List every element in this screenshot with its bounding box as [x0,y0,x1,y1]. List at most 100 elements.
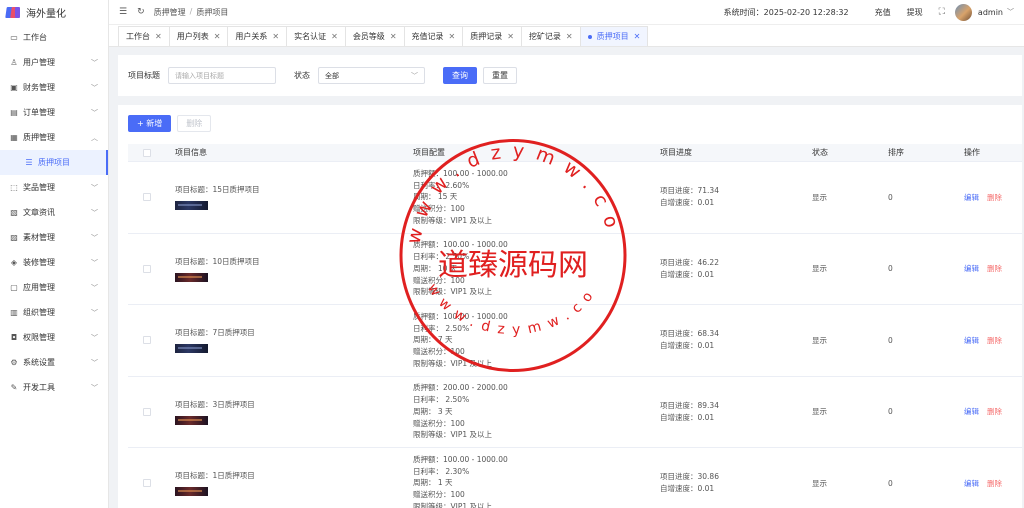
sidebar-item[interactable]: ◈ 装修管理 ﹀ [0,250,108,275]
tab[interactable]: 质押项目 ✕ [579,26,649,46]
sidebar-item-label: 开发工具 [23,383,55,392]
tab-label: 用户列表 [176,32,209,41]
edit-link[interactable]: 编辑 [964,406,979,417]
row-checkbox[interactable] [142,193,151,202]
project-title: 项目标题：15日质押项目 [175,185,260,195]
tab[interactable]: 用户列表 ✕ [168,26,229,46]
config-rate: 日利率： 2.60% [413,180,470,190]
sidebar-item[interactable]: ▥ 组织管理 ﹀ [0,300,108,325]
list-icon: ☰ [25,158,33,167]
project-thumbnail [175,344,208,354]
tab-label: 质押项目 [596,32,629,41]
avatar[interactable] [954,3,972,21]
add-button[interactable]: + 新增 [128,115,172,132]
config-level: 限制等级：VIP1 及以上 [413,358,493,368]
chevron-down-icon[interactable]: ﹀ [1007,7,1014,17]
sidebar-item-label: 应用管理 [23,283,55,292]
tab[interactable]: 挖矿记录 ✕ [520,26,581,46]
sidebar-item[interactable]: ⚙ 系统设置 ﹀ [0,350,108,375]
tab[interactable]: 质押记录 ✕ [462,26,522,46]
config-amount: 质押额：100.00 - 1000.00 [413,454,508,464]
close-icon[interactable]: ✕ [507,32,514,41]
delete-link[interactable]: 删除 [987,335,1002,346]
config-bonus: 赠送积分：100 [413,275,465,285]
project-title: 项目标题：10日质押项目 [175,256,260,266]
query-button[interactable]: 查询 [443,67,477,84]
sidebar-item[interactable]: ▤ 订单管理 ﹀ [0,100,108,125]
close-icon[interactable]: ✕ [331,32,338,41]
close-icon[interactable]: ✕ [566,32,573,41]
close-icon[interactable]: ✕ [155,32,162,41]
sidebar-item[interactable]: ▭ 工作台 [0,25,108,50]
config-rate: 日利率： 2.50% [413,252,470,262]
close-icon[interactable]: ✕ [214,32,221,41]
title-filter-label: 项目标题 [128,71,160,80]
sidebar-item[interactable]: ☰ 质押项目 [0,150,108,175]
collapse-menu-icon[interactable]: ☰ [119,7,127,17]
edit-link[interactable]: 编辑 [964,335,979,346]
tab[interactable]: 充值记录 ✕ [403,26,464,46]
select-all-checkbox[interactable] [142,148,151,157]
row-checkbox[interactable] [142,264,151,273]
decor-icon: ◈ [10,258,18,267]
tab[interactable]: 用户关系 ✕ [227,26,288,46]
close-icon[interactable]: ✕ [634,32,641,41]
close-icon[interactable]: ✕ [449,32,456,41]
withdraw-link[interactable]: 提现 [907,7,923,18]
delete-link[interactable]: 删除 [987,478,1002,489]
close-icon[interactable]: ✕ [272,32,279,41]
chevron-icon: ﹀ [91,183,98,192]
edit-link[interactable]: 编辑 [964,478,979,489]
config-bonus: 赠送积分：100 [413,418,465,428]
sidebar-item[interactable]: ✎ 开发工具 ﹀ [0,375,108,400]
sidebar-item[interactable]: ▢ 应用管理 ﹀ [0,275,108,300]
chevron-icon: ︿ [91,133,98,142]
delete-link[interactable]: 删除 [987,263,1002,274]
row-checkbox[interactable] [142,407,151,416]
topbar: ☰ ↻ 质押管理 / 质押项目 系统时间：2025-02-20 12:28:32… [109,0,1024,25]
sort-value: 0 [888,478,893,488]
project-thumbnail [175,487,208,497]
close-icon[interactable]: ✕ [390,32,397,41]
sidebar-item[interactable]: ▣ 财务管理 ﹀ [0,75,108,100]
sidebar-item-label: 订单管理 [23,108,55,117]
tab-label: 会员等级 [352,32,385,41]
breadcrumb-item[interactable]: 质押管理 [154,7,186,18]
tab[interactable]: 实名认证 ✕ [286,26,346,46]
config-bonus: 赠送积分：100 [413,490,465,500]
sidebar-item[interactable]: ▧ 文章资讯 ﹀ [0,200,108,225]
username[interactable]: admin [978,8,1003,17]
row-checkbox[interactable] [142,479,151,488]
status-select[interactable]: 全部 ﹀ [318,67,425,84]
tab[interactable]: 会员等级 ✕ [344,26,405,46]
header-ops: 操作 [964,148,980,157]
sidebar-item[interactable]: ♙ 用户管理 ﹀ [0,50,108,75]
brand[interactable]: 海外量化 [0,0,108,25]
fullscreen-icon[interactable]: ⛶ [939,7,945,17]
sidebar-item-label: 装修管理 [23,258,55,267]
sidebar-item[interactable]: ⬚ 奖品管理 ﹀ [0,175,108,200]
edit-link[interactable]: 编辑 [964,192,979,203]
progress-value: 项目进度：68.34 [660,329,719,339]
header-config: 项目配置 [413,147,445,157]
project-thumbnail [175,272,208,282]
delete-link[interactable]: 删除 [987,192,1002,203]
edit-link[interactable]: 编辑 [964,263,979,274]
title-search-input[interactable]: 请输入项目标题 [168,67,276,84]
tab-label: 工作台 [126,32,150,41]
config-bonus: 赠送积分：100 [413,347,465,357]
row-checkbox[interactable] [142,336,151,345]
tab[interactable]: 工作台 ✕ [118,26,170,46]
config-period: 周期： 3 天 [413,406,453,416]
delete-link[interactable]: 删除 [987,406,1002,417]
sidebar-item[interactable]: ▨ 素材管理 ﹀ [0,225,108,250]
reset-button[interactable]: 重置 [483,67,517,84]
gear-icon: ⚙ [10,358,18,367]
refresh-icon[interactable]: ↻ [137,7,145,17]
sidebar-item[interactable]: ◘ 权限管理 ﹀ [0,325,108,350]
table-body: 项目标题：15日质押项目质押额：100.00 - 1000.00 日利率： 2.6… [128,162,1022,508]
batch-delete-button[interactable]: 删除 [177,115,212,132]
sidebar-item[interactable]: ▦ 质押管理 ︿ [0,125,108,150]
tab-label: 挖矿记录 [528,32,561,41]
recharge-link[interactable]: 充值 [875,7,891,18]
